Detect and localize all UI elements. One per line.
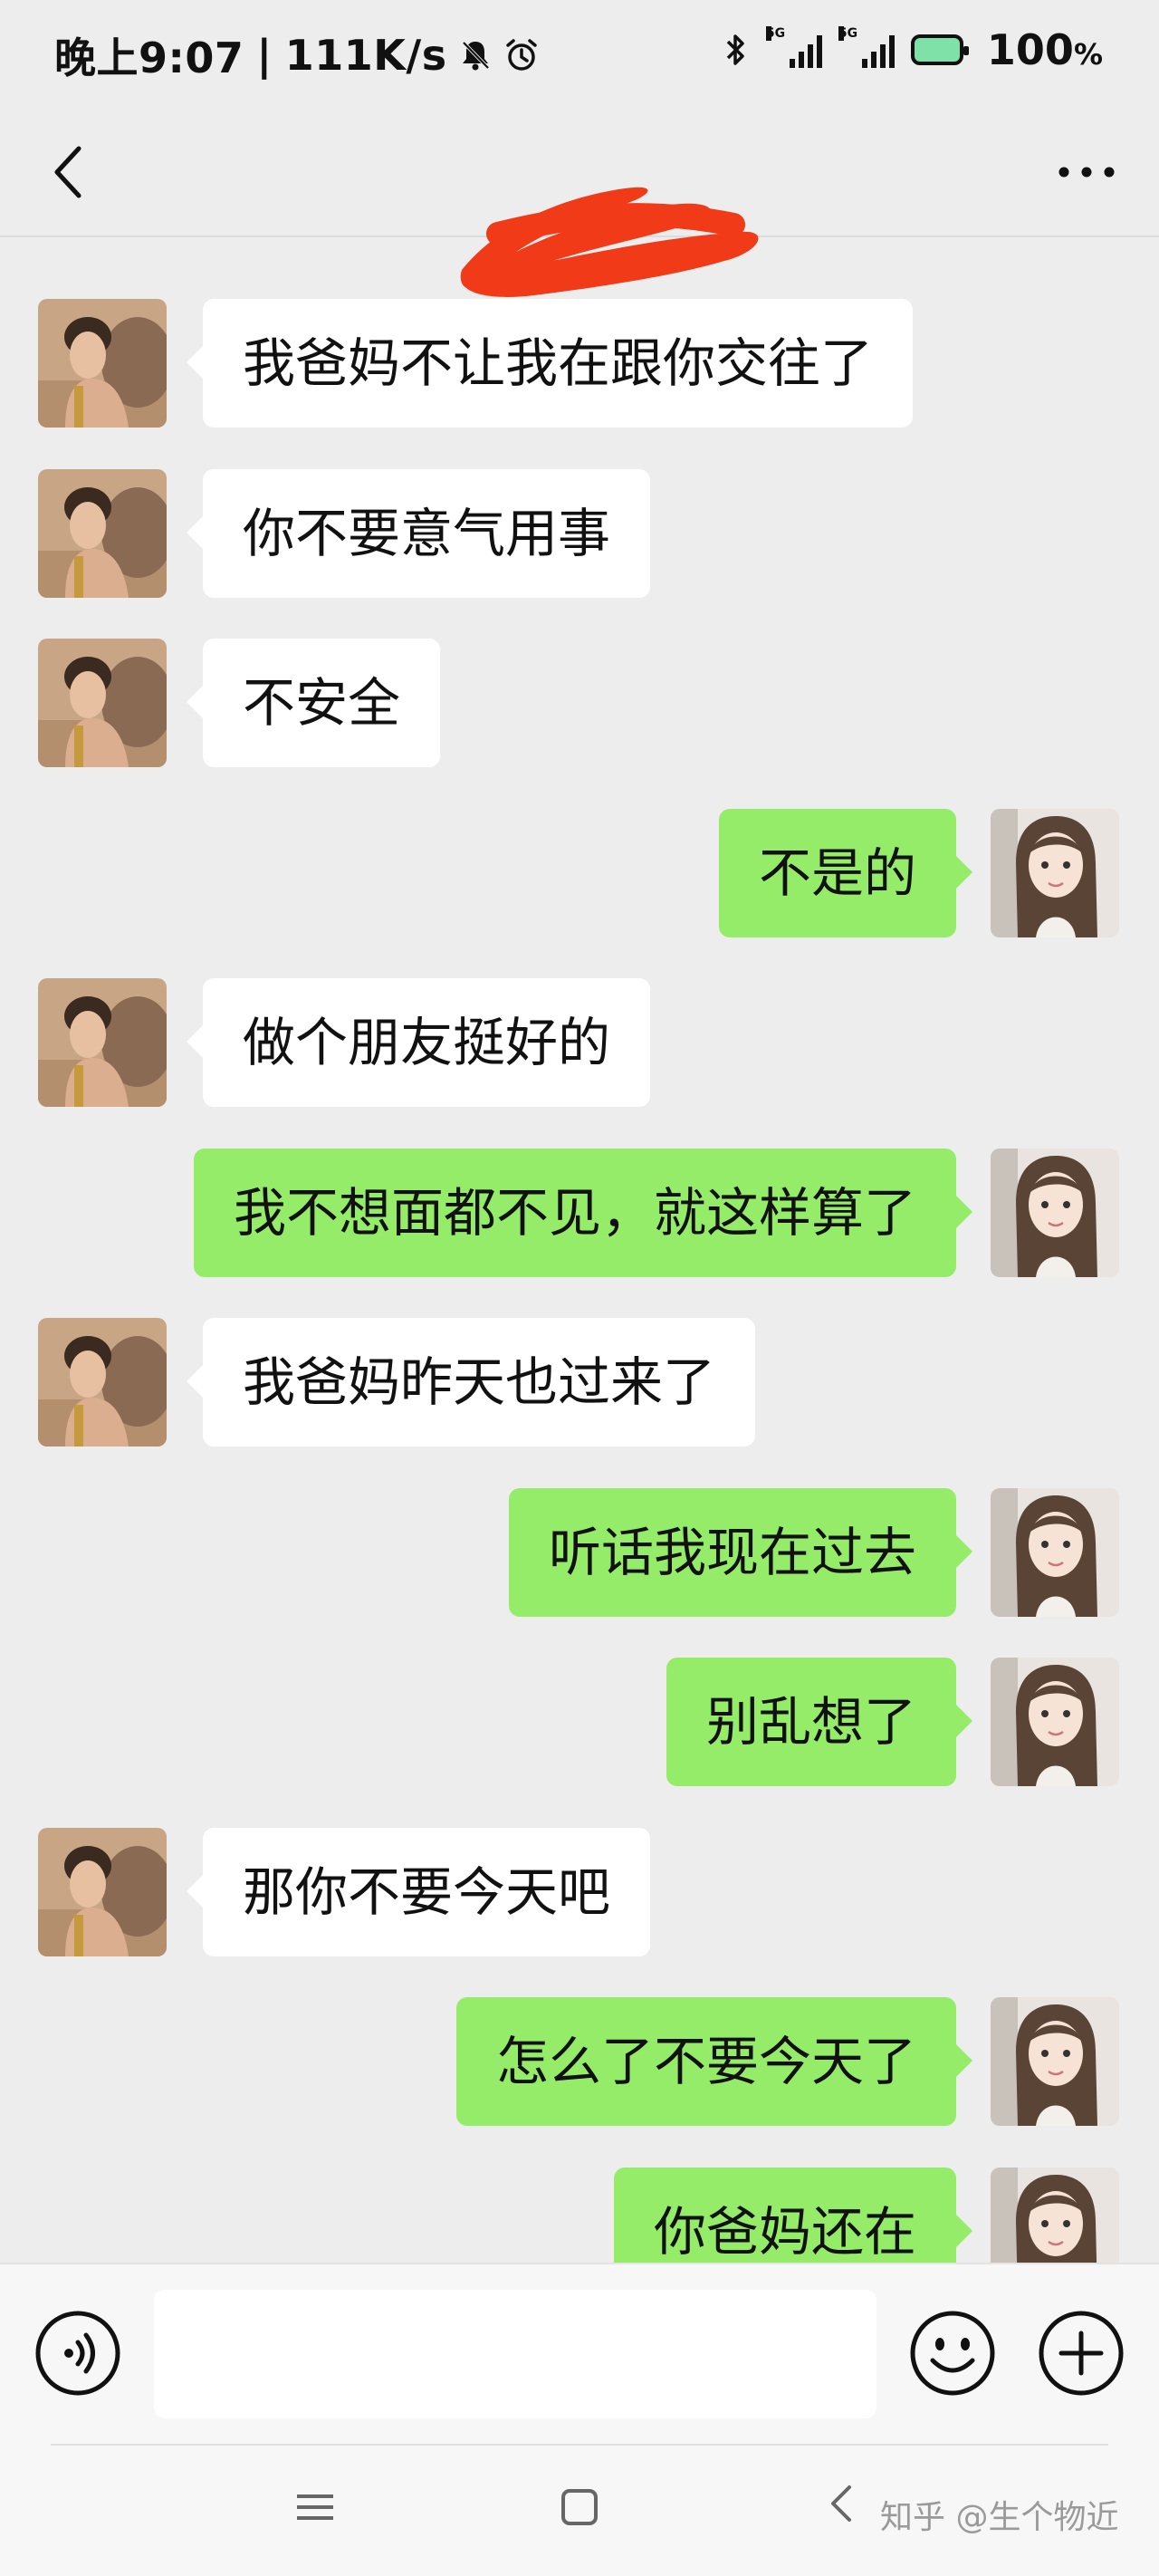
my-avatar[interactable]: [991, 1488, 1119, 1617]
outgoing-message-bubble[interactable]: 怎么了不要今天了: [455, 1997, 973, 2126]
contact-avatar[interactable]: [38, 299, 167, 428]
incoming-message-bubble[interactable]: 不安全: [186, 639, 441, 767]
outgoing-message-bubble[interactable]: 听话我现在过去: [508, 1488, 973, 1617]
input-bar: [0, 2263, 1159, 2446]
incoming-message-bubble[interactable]: 你不要意气用事: [186, 469, 651, 598]
my-avatar-image: [991, 1658, 1119, 1786]
back-button[interactable]: [36, 136, 100, 208]
message-row: 我不想面都不见，就这样算了: [0, 1149, 1159, 1281]
message-row: 听话我现在过去: [0, 1488, 1159, 1620]
status-time: 晚上9:07: [54, 34, 244, 82]
nav-back-button[interactable]: [815, 2476, 869, 2531]
contact-avatar-image: [38, 978, 167, 1107]
message-row: 我爸妈昨天也过来了: [0, 1318, 1159, 1450]
status-bar: 晚上9:07 | 111K/s 5G 5G 100%: [0, 0, 1159, 109]
outgoing-message-bubble[interactable]: 不是的: [718, 809, 973, 937]
my-avatar[interactable]: [991, 1658, 1119, 1786]
status-right: 5G 5G 100%: [723, 25, 1103, 74]
contact-avatar[interactable]: [38, 1318, 167, 1447]
my-avatar-image: [991, 809, 1119, 937]
my-avatar-image: [991, 1997, 1119, 2126]
message-row: 不安全: [0, 639, 1159, 771]
mute-bell-icon: [462, 41, 490, 71]
contact-avatar[interactable]: [38, 978, 167, 1107]
more-functions-button[interactable]: [1036, 2308, 1126, 2398]
my-avatar-image: [991, 1488, 1119, 1617]
chat-screen: 晚上9:07 | 111K/s 5G 5G 100% 我爸妈不让我在跟你交往了 …: [0, 0, 1159, 2576]
system-nav-bar: 知乎 @生个物近: [0, 2444, 1159, 2576]
my-avatar-image: [991, 1149, 1119, 1277]
contact-avatar-image: [38, 469, 167, 598]
contact-avatar[interactable]: [38, 1828, 167, 1956]
status-separator: |: [256, 31, 273, 80]
my-avatar[interactable]: [991, 1149, 1119, 1277]
alarm-icon: [505, 39, 537, 71]
emoji-button[interactable]: [907, 2308, 998, 2398]
my-avatar[interactable]: [991, 1997, 1119, 2126]
contact-avatar-image: [38, 299, 167, 428]
message-row: 不是的: [0, 809, 1159, 941]
message-row: 你不要意气用事: [0, 469, 1159, 601]
more-dots-icon: [1058, 167, 1115, 178]
contact-avatar-image: [38, 639, 167, 767]
outgoing-message-bubble[interactable]: 别乱想了: [666, 1658, 973, 1786]
incoming-message-bubble[interactable]: 做个朋友挺好的: [186, 978, 651, 1107]
voice-icon: [35, 2311, 120, 2396]
nav-home-button[interactable]: [552, 2480, 607, 2534]
battery-percent: 100: [986, 25, 1074, 74]
signal-icon-2: 5G: [838, 26, 895, 68]
menu-icon: [297, 2494, 333, 2520]
incoming-message-bubble[interactable]: 我爸妈昨天也过来了: [186, 1318, 756, 1447]
bluetooth-icon: [726, 34, 744, 65]
contact-avatar-image: [38, 1828, 167, 1956]
status-left: 晚上9:07 | 111K/s: [54, 25, 540, 85]
home-icon: [561, 2489, 598, 2525]
incoming-message-bubble[interactable]: 那你不要今天吧: [186, 1828, 651, 1956]
signal-icon-1: 5G: [765, 26, 822, 68]
message-row: 那你不要今天吧: [0, 1828, 1159, 1960]
emoji-icon: [910, 2311, 995, 2396]
battery-level: 100%: [987, 25, 1103, 74]
plus-icon: [1039, 2311, 1124, 2396]
message-row: 别乱想了: [0, 1658, 1159, 1790]
incoming-message-bubble[interactable]: 我爸妈不让我在跟你交往了: [186, 299, 914, 428]
my-avatar[interactable]: [991, 2167, 1119, 2263]
nav-divider: [51, 2444, 1108, 2446]
status-net-speed: 111K/s: [284, 31, 447, 80]
signal-5g-label: 5G: [765, 26, 786, 41]
back-arrow-icon: [54, 146, 81, 198]
signal-5g-label: 5G: [838, 26, 858, 41]
message-row: 你爸妈还在: [0, 2167, 1159, 2263]
my-avatar-image: [991, 2167, 1119, 2263]
battery-icon: [910, 34, 969, 65]
contact-avatar[interactable]: [38, 469, 167, 598]
voice-button[interactable]: [33, 2308, 123, 2398]
outgoing-message-bubble[interactable]: 你爸妈还在: [613, 2167, 973, 2263]
contact-avatar[interactable]: [38, 639, 167, 767]
contact-avatar-image: [38, 1318, 167, 1447]
message-row: 做个朋友挺好的: [0, 978, 1159, 1110]
my-avatar[interactable]: [991, 809, 1119, 937]
nav-back-icon: [831, 2485, 851, 2522]
chat-header: [0, 109, 1159, 297]
outgoing-message-bubble[interactable]: 我不想面都不见，就这样算了: [193, 1149, 973, 1277]
battery-unit: %: [1073, 37, 1103, 72]
message-row: 怎么了不要今天了: [0, 1997, 1159, 2129]
watermark: 知乎 @生个物近: [880, 2499, 1119, 2536]
more-button[interactable]: [1050, 136, 1123, 208]
message-input[interactable]: [154, 2290, 876, 2418]
nav-menu-button[interactable]: [288, 2480, 342, 2534]
message-row: 我爸妈不让我在跟你交往了: [0, 299, 1159, 431]
message-list[interactable]: 我爸妈不让我在跟你交往了 你不要意气用事 不安全 不是的 做个朋友挺好的 我不想…: [0, 237, 1159, 2263]
